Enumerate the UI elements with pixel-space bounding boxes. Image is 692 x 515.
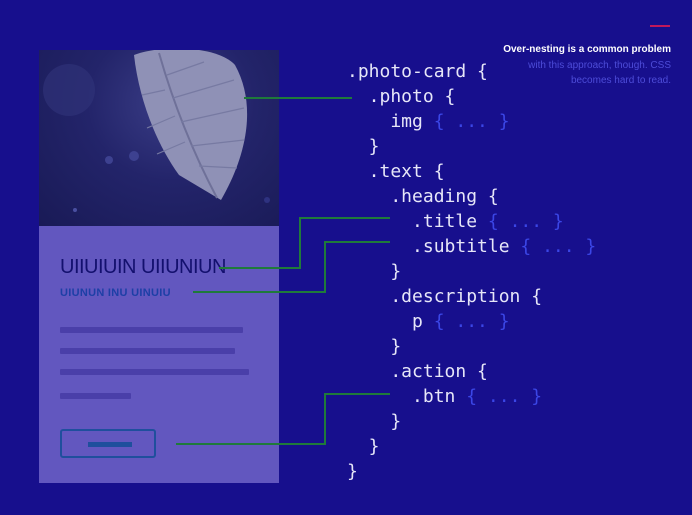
code-line: .photo { [347,86,456,107]
code-line: .heading { [347,186,499,207]
code-line: img { ... } [347,111,510,132]
code-line: .title { ... } [347,211,564,232]
placeholder-braces: { ... } [487,211,564,232]
code-line: .btn { ... } [347,386,543,407]
code-line: } [347,411,402,432]
code-line: } [347,136,380,157]
placeholder-braces: { ... } [466,386,543,407]
code-line: .photo-card { [347,61,488,82]
note-accent-rule [650,25,670,27]
code-line: p { ... } [347,311,510,332]
code-line: } [347,461,358,482]
code-line: .description { [347,286,543,307]
code-line: .text { [347,161,445,182]
code-line: .subtitle { ... } [347,236,597,257]
placeholder-braces: { ... } [433,111,510,132]
code-line: } [347,336,402,357]
code-line: } [347,436,380,457]
code-line: .action { [347,361,488,382]
side-note-strong: Over-nesting is a common problem [503,44,671,55]
placeholder-braces: { ... } [433,311,510,332]
side-note-light: with this approach, though. CSS becomes … [528,59,671,87]
slide: UIIUIUIN UIIUNIUN UIUNUN INU UINUIU .pho… [0,0,692,515]
code-line: } [347,261,402,282]
side-note: Over-nesting is a common problem with th… [501,42,671,89]
placeholder-braces: { ... } [520,236,597,257]
